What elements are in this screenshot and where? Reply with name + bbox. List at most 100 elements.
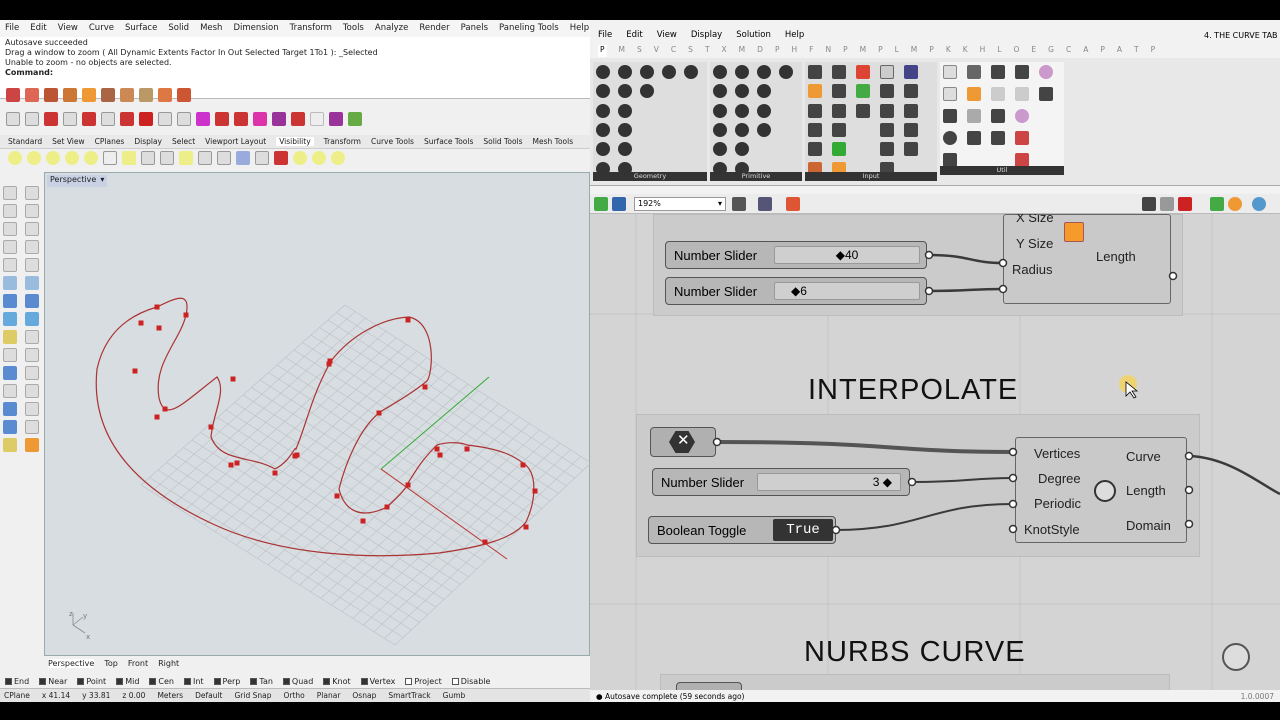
layout-icon[interactable] xyxy=(177,88,191,102)
primitive-icon[interactable] xyxy=(735,122,749,137)
primitive-icon[interactable] xyxy=(757,122,771,137)
boolean-icon[interactable] xyxy=(3,330,17,344)
checkbox[interactable] xyxy=(250,678,258,685)
control-point[interactable] xyxy=(482,539,488,545)
primitive-icon[interactable] xyxy=(735,103,749,118)
control-point[interactable] xyxy=(162,406,168,412)
control-point[interactable] xyxy=(154,414,160,420)
lock-icon[interactable] xyxy=(160,151,174,165)
display-mode-icon[interactable] xyxy=(1228,197,1242,211)
control-point[interactable] xyxy=(230,376,236,382)
control-point[interactable] xyxy=(183,312,189,318)
control-point[interactable] xyxy=(520,462,526,468)
input-icon[interactable] xyxy=(880,122,894,137)
menu-item[interactable]: View xyxy=(657,30,677,44)
input-icon[interactable] xyxy=(808,122,822,137)
tool-icon[interactable] xyxy=(44,112,58,126)
util-icon[interactable] xyxy=(991,109,1005,123)
menu-item[interactable]: Curve xyxy=(89,23,114,34)
menu-item[interactable]: File xyxy=(598,30,612,44)
osnap-cen[interactable]: Cen xyxy=(149,677,174,686)
spline-icon[interactable] xyxy=(25,258,39,272)
geometry-icon[interactable] xyxy=(596,142,610,157)
input-icon[interactable] xyxy=(856,84,870,99)
bulb-icon[interactable] xyxy=(65,151,79,165)
number-slider-x[interactable]: Number Slider ◆ 40 xyxy=(665,241,927,269)
nurbs-curve-param[interactable] xyxy=(676,682,742,690)
component-tab[interactable]: P xyxy=(1100,45,1105,57)
util-icon[interactable] xyxy=(991,87,1005,101)
checkbox[interactable] xyxy=(39,678,47,685)
input-icon[interactable] xyxy=(832,122,846,137)
bulb-icon[interactable] xyxy=(27,151,41,165)
util-icon[interactable] xyxy=(943,109,957,123)
tool-icon[interactable] xyxy=(25,366,39,380)
util-icon[interactable] xyxy=(1015,153,1029,167)
lock-icon[interactable] xyxy=(103,151,117,165)
tool-icon[interactable] xyxy=(25,348,39,362)
tool-icon[interactable] xyxy=(329,112,343,126)
control-point[interactable] xyxy=(156,325,162,331)
menu-item[interactable]: Edit xyxy=(30,23,46,34)
status-item[interactable]: Meters xyxy=(157,691,183,700)
gh-canvas[interactable]: Number Slider ◆ 40 Number Slider ◆ 6 X S… xyxy=(590,214,1280,690)
geometry-icon[interactable] xyxy=(596,65,610,79)
checkbox[interactable] xyxy=(451,678,459,685)
lock-icon[interactable] xyxy=(141,151,155,165)
util-icon[interactable] xyxy=(1015,109,1029,123)
slider-track[interactable]: ◆ 6 xyxy=(774,282,920,300)
control-point[interactable] xyxy=(437,452,443,458)
toolbar-tab[interactable]: CPlanes xyxy=(95,137,125,146)
output-length[interactable]: Length xyxy=(1096,249,1136,264)
box-icon[interactable] xyxy=(3,294,17,308)
menu-item[interactable]: File xyxy=(5,23,19,34)
tool-icon[interactable] xyxy=(3,420,17,434)
control-point[interactable] xyxy=(422,384,428,390)
toolbar-tab[interactable]: Solid Tools xyxy=(483,137,522,146)
toolbar-tab[interactable]: Select xyxy=(172,137,195,146)
status-item[interactable]: Planar xyxy=(317,691,341,700)
component-tab[interactable]: P xyxy=(843,45,848,57)
viewport-tab[interactable]: Front xyxy=(128,659,148,668)
geometry-icon[interactable] xyxy=(596,122,610,137)
component-tab[interactable]: K xyxy=(963,45,968,57)
component-tab[interactable]: A xyxy=(1083,45,1088,57)
input-icon[interactable] xyxy=(856,103,870,118)
component-tab[interactable]: A xyxy=(1117,45,1122,57)
geometry-icon[interactable] xyxy=(618,122,632,137)
osnap-vertex[interactable]: Vertex xyxy=(360,677,395,686)
osnap-disable[interactable]: Disable xyxy=(451,677,490,686)
component-tab[interactable]: L xyxy=(895,45,899,57)
primitive-icon[interactable] xyxy=(713,142,727,157)
control-point[interactable] xyxy=(405,482,411,488)
component-tab[interactable]: M xyxy=(619,45,625,57)
paste-icon[interactable] xyxy=(120,88,134,102)
input-icon[interactable] xyxy=(880,84,894,99)
util-icon[interactable] xyxy=(967,87,981,101)
osnap-end[interactable]: End xyxy=(5,677,29,686)
menu-item[interactable]: Edit xyxy=(626,30,642,44)
primitive-icon[interactable] xyxy=(757,84,771,99)
bulb-icon[interactable] xyxy=(8,151,22,165)
tool-icon[interactable] xyxy=(274,151,288,165)
tool-icon[interactable] xyxy=(25,384,39,398)
bulb-icon[interactable] xyxy=(312,151,326,165)
toolbar-tab[interactable]: Set View xyxy=(52,137,85,146)
menu-item[interactable]: View xyxy=(58,23,78,34)
geometry-icon[interactable] xyxy=(640,65,654,79)
status-item[interactable]: CPlane xyxy=(4,691,30,700)
osnap-quad[interactable]: Quad xyxy=(282,677,313,686)
print-icon[interactable] xyxy=(63,88,77,102)
boolean-toggle[interactable]: Boolean Toggle True xyxy=(648,516,836,544)
component-tab[interactable]: T xyxy=(705,45,710,57)
control-point[interactable] xyxy=(334,493,340,499)
input-icon[interactable] xyxy=(808,142,822,157)
tool-icon[interactable] xyxy=(25,438,39,452)
ellipse-icon[interactable] xyxy=(3,258,17,272)
geometry-icon[interactable] xyxy=(596,103,610,118)
control-point[interactable] xyxy=(434,446,440,452)
redo-icon[interactable] xyxy=(158,88,172,102)
menu-item[interactable]: Analyze xyxy=(375,23,409,34)
util-icon[interactable] xyxy=(967,65,981,79)
input-icon[interactable] xyxy=(832,65,846,79)
